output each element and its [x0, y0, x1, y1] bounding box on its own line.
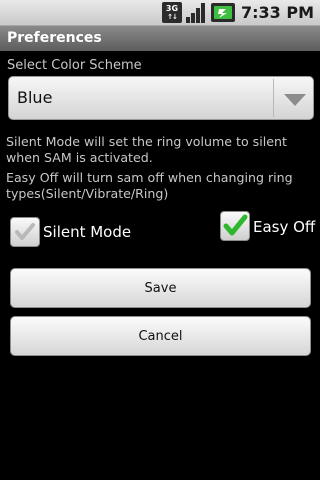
- cancel-button[interactable]: Cancel: [10, 316, 311, 356]
- easy-off-checkbox[interactable]: [220, 211, 250, 241]
- silent-mode-description: Silent Mode will set the ring volume to …: [6, 134, 287, 165]
- easy-off-label: Easy Off: [253, 218, 316, 236]
- check-icon-unchecked: [15, 223, 35, 240]
- color-scheme-value: Blue: [17, 88, 53, 107]
- spinner-divider: [273, 79, 274, 117]
- silent-mode-checkbox[interactable]: [10, 217, 40, 247]
- battery-charging-icon: [210, 3, 235, 22]
- title-bar: Preferences: [0, 25, 320, 51]
- status-bar: 3G ↑↓ 7:33 PM: [0, 0, 320, 25]
- save-button[interactable]: Save: [10, 268, 311, 308]
- preferences-screen: 3G ↑↓ 7:33 PM Preferences Select Color S…: [0, 0, 320, 480]
- chevron-down-icon: [284, 94, 306, 106]
- color-scheme-label: Select Color Scheme: [7, 58, 142, 73]
- check-icon: [223, 214, 248, 236]
- 3g-icon: 3G ↑↓: [161, 2, 182, 23]
- network-label: 3G: [165, 3, 179, 13]
- page-title: Preferences: [7, 30, 102, 46]
- signal-icon: [185, 3, 205, 23]
- status-time: 7:33 PM: [240, 3, 314, 22]
- color-scheme-spinner[interactable]: Blue: [8, 76, 314, 120]
- easy-off-description: Easy Off will turn sam off when changing…: [6, 170, 293, 201]
- silent-mode-label: Silent Mode: [43, 223, 132, 241]
